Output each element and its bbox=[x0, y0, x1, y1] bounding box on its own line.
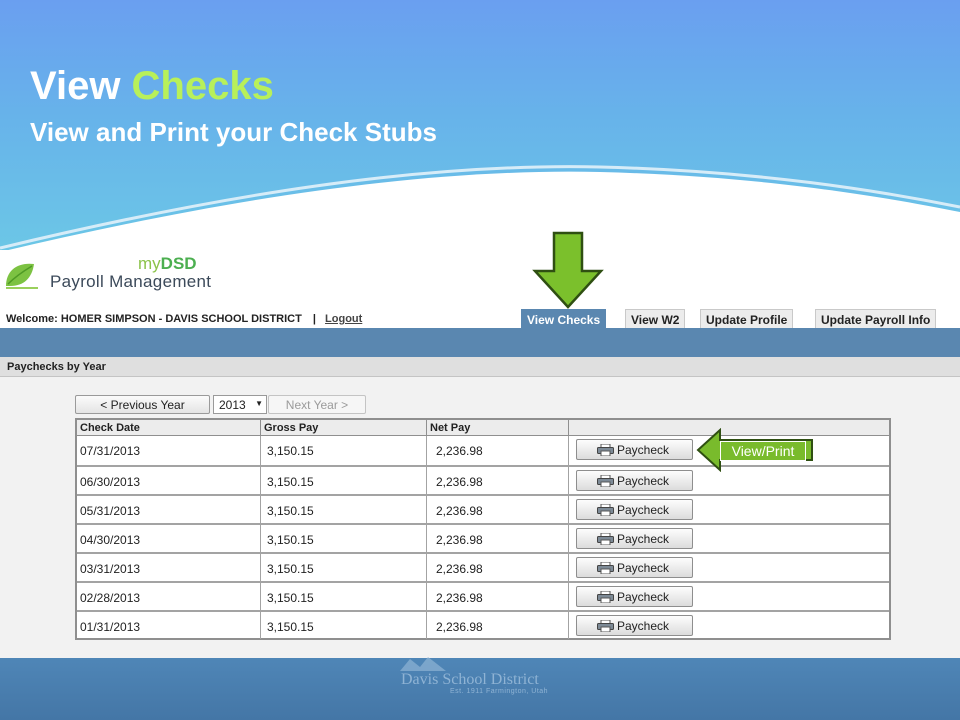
nav-strip bbox=[0, 328, 960, 357]
action-cell: Paycheck bbox=[569, 583, 889, 610]
column-header-gross-pay: Gross Pay bbox=[261, 420, 427, 436]
check-date-cell: 07/31/2013 bbox=[77, 436, 261, 465]
gross-pay-cell: 3,150.15 bbox=[261, 612, 427, 639]
footer-district-name: Davis School District bbox=[401, 671, 539, 688]
gross-pay-cell: 3,150.15 bbox=[261, 467, 427, 494]
table-row: 05/31/2013 3,150.15 2,236.98 Paycheck bbox=[77, 494, 889, 523]
tab-update-profile[interactable]: Update Profile bbox=[700, 309, 794, 329]
paycheck-button[interactable]: Paycheck bbox=[576, 586, 693, 607]
year-select[interactable]: 2013 ▼ bbox=[213, 395, 267, 414]
check-date-cell: 05/31/2013 bbox=[77, 496, 261, 523]
paycheck-button-label: Paycheck bbox=[617, 561, 670, 575]
panel-title: Paychecks by Year bbox=[0, 357, 960, 377]
printer-icon bbox=[597, 591, 614, 603]
net-pay-cell: 2,236.98 bbox=[427, 496, 569, 523]
net-pay-cell: 2,236.98 bbox=[427, 525, 569, 552]
gross-pay-cell: 3,150.15 bbox=[261, 525, 427, 552]
table-row: 04/30/2013 3,150.15 2,236.98 Paycheck bbox=[77, 523, 889, 552]
paycheck-button[interactable]: Paycheck bbox=[576, 615, 693, 636]
action-cell: Paycheck bbox=[569, 612, 889, 639]
table-row: 02/28/2013 3,150.15 2,236.98 Paycheck bbox=[77, 581, 889, 610]
tab-view-w2[interactable]: View W2 bbox=[625, 309, 686, 329]
user-name: HOMER SIMPSON - DAVIS SCHOOL DISTRICT bbox=[60, 313, 302, 325]
down-arrow-icon bbox=[532, 231, 604, 309]
paycheck-button-label: Paycheck bbox=[617, 532, 670, 546]
paycheck-button[interactable]: Paycheck bbox=[576, 470, 693, 491]
gross-pay-cell: 3,150.15 bbox=[261, 496, 427, 523]
gross-pay-cell: 3,150.15 bbox=[261, 554, 427, 581]
printer-icon bbox=[597, 475, 614, 487]
net-pay-cell: 2,236.98 bbox=[427, 554, 569, 581]
welcome-bar: Welcome: HOMER SIMPSON - DAVIS SCHOOL DI… bbox=[6, 313, 362, 325]
logout-link[interactable]: Logout bbox=[325, 313, 362, 325]
net-pay-cell: 2,236.98 bbox=[427, 436, 569, 465]
printer-icon bbox=[597, 533, 614, 545]
paycheck-button[interactable]: Paycheck bbox=[576, 439, 693, 460]
paycheck-button-label: Paycheck bbox=[617, 590, 670, 604]
printer-icon bbox=[597, 504, 614, 516]
slide-title-accent: Checks bbox=[131, 64, 274, 108]
action-cell: Paycheck bbox=[569, 496, 889, 523]
net-pay-cell: 2,236.98 bbox=[427, 612, 569, 639]
check-date-cell: 03/31/2013 bbox=[77, 554, 261, 581]
leaf-logo-icon bbox=[6, 263, 38, 289]
paycheck-button-label: Paycheck bbox=[617, 503, 670, 517]
welcome-separator: | bbox=[312, 313, 316, 325]
tab-view-checks[interactable]: View Checks bbox=[521, 309, 607, 329]
check-date-cell: 04/30/2013 bbox=[77, 525, 261, 552]
action-cell: Paycheck bbox=[569, 525, 889, 552]
check-date-cell: 02/28/2013 bbox=[77, 583, 261, 610]
gross-pay-cell: 3,150.15 bbox=[261, 583, 427, 610]
view-print-callout: View/Print bbox=[720, 441, 806, 461]
table-row: 03/31/2013 3,150.15 2,236.98 Paycheck bbox=[77, 552, 889, 581]
printer-icon bbox=[597, 444, 614, 456]
printer-icon bbox=[597, 620, 614, 632]
footer-established: Est. 1911 Farmington, Utah bbox=[450, 688, 549, 695]
slide-subtitle: View and Print your Check Stubs bbox=[30, 117, 437, 147]
next-year-button[interactable]: Next Year > bbox=[268, 395, 366, 414]
column-header-net-pay: Net Pay bbox=[427, 420, 569, 436]
paycheck-button[interactable]: Paycheck bbox=[576, 528, 693, 549]
check-date-cell: 06/30/2013 bbox=[77, 467, 261, 494]
chevron-down-icon: ▼ bbox=[255, 399, 263, 408]
paycheck-button-label: Paycheck bbox=[617, 619, 670, 633]
logo-product-name: Payroll Management bbox=[50, 272, 212, 291]
tab-update-payroll-info[interactable]: Update Payroll Info bbox=[815, 309, 937, 329]
column-header-check-date: Check Date bbox=[77, 420, 261, 436]
gross-pay-cell: 3,150.15 bbox=[261, 436, 427, 465]
logo-brand: myDSD bbox=[138, 254, 197, 273]
previous-year-button[interactable]: < Previous Year bbox=[75, 395, 210, 414]
action-cell: Paycheck bbox=[569, 554, 889, 581]
table-row: 01/31/2013 3,150.15 2,236.98 Paycheck bbox=[77, 610, 889, 639]
printer-icon bbox=[597, 562, 614, 574]
net-pay-cell: 2,236.98 bbox=[427, 583, 569, 610]
paycheck-button[interactable]: Paycheck bbox=[576, 499, 693, 520]
paycheck-button-label: Paycheck bbox=[617, 474, 670, 488]
paycheck-button[interactable]: Paycheck bbox=[576, 557, 693, 578]
year-select-value: 2013 bbox=[219, 398, 246, 412]
paycheck-button-label: Paycheck bbox=[617, 443, 670, 457]
net-pay-cell: 2,236.98 bbox=[427, 467, 569, 494]
slide-title: View Checks bbox=[30, 64, 274, 108]
welcome-label: Welcome: bbox=[6, 313, 58, 325]
check-date-cell: 01/31/2013 bbox=[77, 612, 261, 639]
